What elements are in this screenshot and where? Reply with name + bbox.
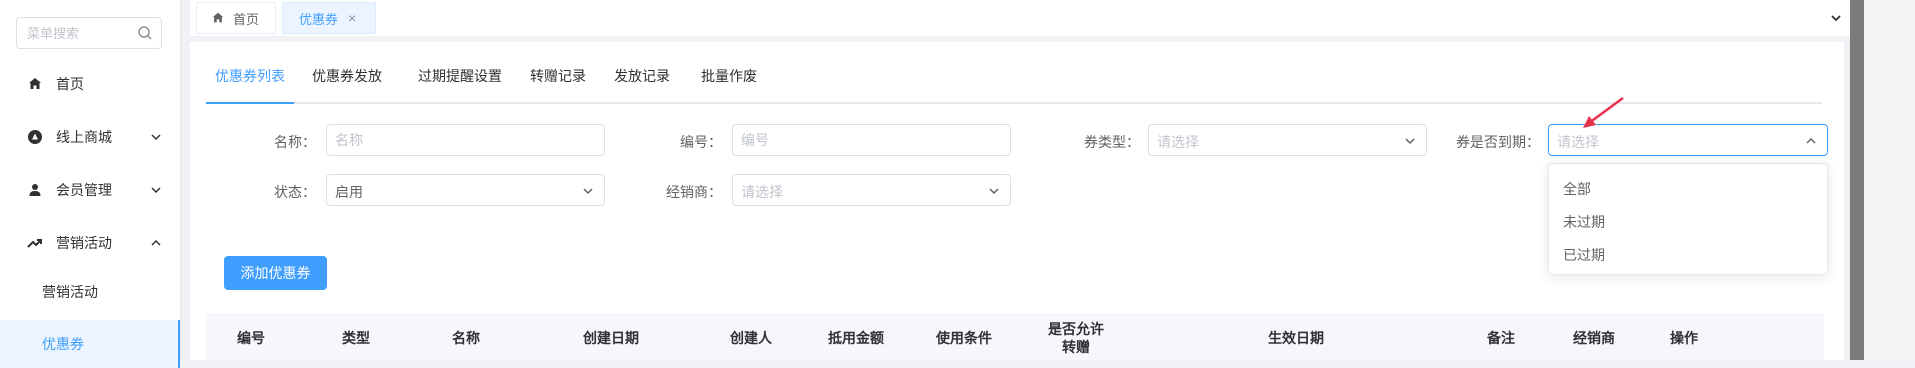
select-placeholder: 请选择	[741, 184, 783, 200]
select-value: 启用	[335, 184, 363, 200]
dealer-select[interactable]: 请选择	[732, 174, 1011, 206]
table-header-cell: 备注	[1487, 330, 1515, 346]
menu-item-online-mall[interactable]: 线上商城	[0, 117, 180, 157]
submenu-item-marketing-activity[interactable]: 营销活动	[0, 268, 180, 316]
subtab-expiry-reminder[interactable]: 过期提醒设置	[410, 62, 510, 102]
tab-home[interactable]: 首页	[196, 2, 276, 34]
chevron-down-icon	[1405, 138, 1415, 145]
chevron-down-icon	[1831, 15, 1841, 22]
menu-item-marketing[interactable]: 营销活动	[0, 223, 180, 263]
status-select[interactable]: 启用	[326, 174, 605, 206]
table-header-cell: 名称	[452, 330, 480, 346]
dropdown-option[interactable]: 已过期	[1549, 238, 1827, 272]
search-icon[interactable]	[137, 25, 153, 41]
table-header-cell: 操作	[1670, 330, 1698, 346]
subtab-label: 过期提醒设置	[418, 68, 502, 84]
submenu-item-label: 优惠券	[42, 336, 84, 352]
add-coupon-button[interactable]: 添加优惠券	[224, 256, 327, 290]
name-input[interactable]	[327, 125, 579, 155]
status-label: 状态：	[274, 184, 316, 200]
table-header-cell: 使用条件	[936, 330, 992, 346]
dropdown-option[interactable]: 未过期	[1549, 205, 1827, 239]
annotation-arrow-icon	[1583, 96, 1624, 128]
chevron-up-icon	[1806, 137, 1816, 144]
name-label: 名称：	[274, 134, 316, 150]
code-input[interactable]	[733, 125, 985, 155]
tabs-bar: 首页 优惠券 ×	[190, 0, 1850, 36]
select-placeholder: 请选择	[1157, 134, 1199, 150]
subtab-issue-records[interactable]: 发放记录	[604, 62, 680, 102]
type-label: 券类型：	[1084, 134, 1140, 150]
dropdown-option[interactable]: 全部	[1549, 172, 1827, 206]
subtab-label: 优惠券列表	[215, 68, 285, 84]
chevron-down-icon	[151, 134, 161, 141]
subtab-coupon-issue[interactable]: 优惠券发放	[302, 62, 392, 102]
menu-item-home[interactable]: 首页	[0, 64, 180, 104]
window-background	[1864, 0, 1915, 360]
table-header-cell: 编号	[237, 330, 265, 346]
coupon-table-header: 编号 类型 名称 创建日期 创建人 抵用金额 使用条件 是否允许转赠 生效日期 …	[206, 314, 1824, 361]
menu-search-input[interactable]	[17, 18, 147, 48]
menu-item-member-management[interactable]: 会员管理	[0, 170, 180, 210]
submenu-item-coupon[interactable]: 优惠券	[0, 320, 180, 368]
expired-label: 券是否到期：	[1456, 134, 1540, 150]
expired-select-dropdown: 全部 未过期 已过期	[1548, 163, 1828, 275]
subtab-coupon-list[interactable]: 优惠券列表	[206, 62, 294, 104]
menu-item-label: 会员管理	[56, 182, 112, 198]
subtab-batch-void[interactable]: 批量作废	[692, 62, 766, 102]
tab-coupon[interactable]: 优惠券 ×	[282, 2, 376, 34]
table-header-cell: 经销商	[1573, 330, 1615, 346]
table-header-cell: 创建日期	[583, 330, 639, 346]
menu-item-label: 线上商城	[56, 129, 112, 145]
subtab-transfer-records[interactable]: 转赠记录	[520, 62, 596, 102]
chevron-down-icon	[151, 187, 161, 194]
menu-search-box[interactable]	[16, 17, 162, 49]
submenu-item-label: 营销活动	[42, 284, 98, 300]
coupon-subtabs: 优惠券列表 优惠券发放 过期提醒设置 转赠记录 发放记录 批量作废	[206, 62, 1822, 104]
chevron-down-icon	[583, 188, 593, 195]
close-icon[interactable]: ×	[348, 10, 356, 26]
tab-label: 优惠券	[299, 11, 339, 27]
tab-label: 首页	[233, 11, 260, 27]
subtab-label: 优惠券发放	[312, 68, 382, 84]
code-field[interactable]	[732, 124, 1011, 156]
table-header-cell: 抵用金额	[828, 330, 884, 346]
name-field[interactable]	[326, 124, 605, 156]
menu-item-label: 营销活动	[56, 235, 112, 251]
dealer-label: 经销商：	[666, 184, 722, 200]
home-icon	[212, 12, 224, 23]
subtab-label: 批量作废	[701, 68, 757, 84]
chevron-down-icon	[989, 188, 999, 195]
type-select[interactable]: 请选择	[1148, 124, 1427, 156]
subtab-label: 转赠记录	[530, 68, 586, 84]
code-label: 编号：	[680, 134, 722, 150]
table-header-cell: 创建人	[730, 330, 772, 346]
table-header-cell: 生效日期	[1268, 330, 1324, 346]
trend-icon	[26, 234, 44, 252]
table-header-cell: 类型	[342, 330, 370, 346]
sidebar: 首页 线上商城 会员管理 营销活动 营销活动 优惠券	[0, 0, 180, 368]
subtab-label: 发放记录	[614, 68, 670, 84]
window-edge	[1850, 0, 1864, 360]
menu-item-label: 首页	[56, 76, 84, 92]
shop-icon	[26, 128, 44, 146]
table-header-cell: 是否允许转赠	[1048, 321, 1104, 355]
active-tab-indicator	[206, 102, 294, 104]
tabs-dropdown-button[interactable]	[1822, 4, 1850, 32]
home-icon	[26, 75, 44, 93]
select-placeholder: 请选择	[1557, 134, 1599, 150]
chevron-up-icon	[151, 239, 161, 246]
user-icon	[26, 181, 44, 199]
